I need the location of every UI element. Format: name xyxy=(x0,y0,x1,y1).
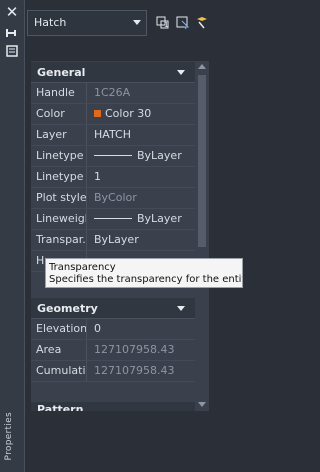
section-general[interactable]: General xyxy=(31,62,195,83)
collapse-icon xyxy=(177,70,185,75)
color-value-text: Color 30 xyxy=(105,107,152,120)
property-label: Transpar... xyxy=(31,230,87,250)
properties-scrollbar[interactable] xyxy=(195,61,209,411)
line-sample xyxy=(94,218,132,219)
property-row-color[interactable]: Color Color 30 xyxy=(31,104,195,125)
property-value: 1 xyxy=(94,170,101,183)
property-value: 0 xyxy=(94,322,101,335)
section-geometry[interactable]: Geometry xyxy=(31,298,195,319)
property-label: Cumulati... xyxy=(31,361,87,381)
palette-title-vertical: Properties xyxy=(4,411,14,460)
color-swatch xyxy=(94,110,101,117)
lineweight-value-text: ByLayer xyxy=(137,212,182,225)
pin-icon[interactable] xyxy=(5,26,19,40)
svg-text:1: 1 xyxy=(164,21,168,29)
property-value: 127107958.43 xyxy=(94,364,175,377)
property-label: Area xyxy=(31,340,87,360)
property-value: ByLayer xyxy=(94,233,139,246)
property-row-handle[interactable]: Handle 1C26A xyxy=(31,83,195,104)
property-label: Elevation xyxy=(31,319,87,339)
tooltip-title: Transparency xyxy=(49,262,116,273)
object-toolbar: Hatch 1 xyxy=(27,10,243,38)
scroll-down-icon[interactable] xyxy=(198,402,206,407)
property-row-linetype-scale[interactable]: Linetype ... 1 xyxy=(31,167,195,188)
property-row-area[interactable]: Area 127107958.43 xyxy=(31,340,195,361)
close-icon[interactable]: ✕ xyxy=(5,5,19,20)
scroll-up-icon[interactable] xyxy=(198,64,206,69)
palette-side-strip: ✕ Properties xyxy=(0,0,25,472)
property-label: Linetype ... xyxy=(31,167,87,187)
property-label: Color xyxy=(31,104,87,124)
property-value: ByColor xyxy=(94,191,137,204)
tooltip-description: Specifies the transparency for the entit… xyxy=(49,274,243,285)
property-row-cumulative-area[interactable]: Cumulati... 127107958.43 xyxy=(31,361,195,382)
property-row-elevation[interactable]: Elevation 0 xyxy=(31,319,195,340)
property-value: 1C26A xyxy=(94,86,131,99)
property-value: ByLayer xyxy=(88,146,195,166)
property-value: 127107958.43 xyxy=(94,343,175,356)
collapse-icon xyxy=(177,306,185,311)
object-type-label: Hatch xyxy=(34,16,67,29)
property-value: HATCH xyxy=(94,128,131,141)
property-label: Plot style xyxy=(31,188,87,208)
linetype-value-text: ByLayer xyxy=(137,149,182,162)
property-label: Handle xyxy=(31,83,87,103)
transparency-tooltip: Transparency Specifies the transparency … xyxy=(45,258,243,288)
property-value: ByLayer xyxy=(88,209,195,229)
object-type-dropdown[interactable]: Hatch xyxy=(27,10,147,36)
properties-menu-icon[interactable] xyxy=(5,44,19,58)
line-sample xyxy=(94,155,132,156)
property-row-lineweight[interactable]: Lineweight ByLayer xyxy=(31,209,195,230)
section-general-title: General xyxy=(37,66,86,79)
chevron-down-icon xyxy=(133,20,141,25)
property-label: Lineweight xyxy=(31,209,87,229)
property-label: Layer xyxy=(31,125,87,145)
property-value: Color 30 xyxy=(88,104,195,124)
section-pattern[interactable]: Pattern xyxy=(31,402,195,411)
select-objects-icon[interactable] xyxy=(175,15,190,30)
quick-select-icon[interactable] xyxy=(195,15,210,30)
scroll-thumb[interactable] xyxy=(198,75,206,247)
property-row-layer[interactable]: Layer HATCH xyxy=(31,125,195,146)
property-label: Linetype xyxy=(31,146,87,166)
section-geometry-title: Geometry xyxy=(37,302,98,315)
property-row-linetype[interactable]: Linetype ByLayer xyxy=(31,146,195,167)
section-pattern-title: Pattern xyxy=(37,403,84,411)
property-row-plot-style[interactable]: Plot style ByColor xyxy=(31,188,195,209)
toggle-pickadd-icon[interactable]: 1 xyxy=(155,15,170,30)
property-row-transparency[interactable]: Transpar... ByLayer xyxy=(31,230,195,251)
